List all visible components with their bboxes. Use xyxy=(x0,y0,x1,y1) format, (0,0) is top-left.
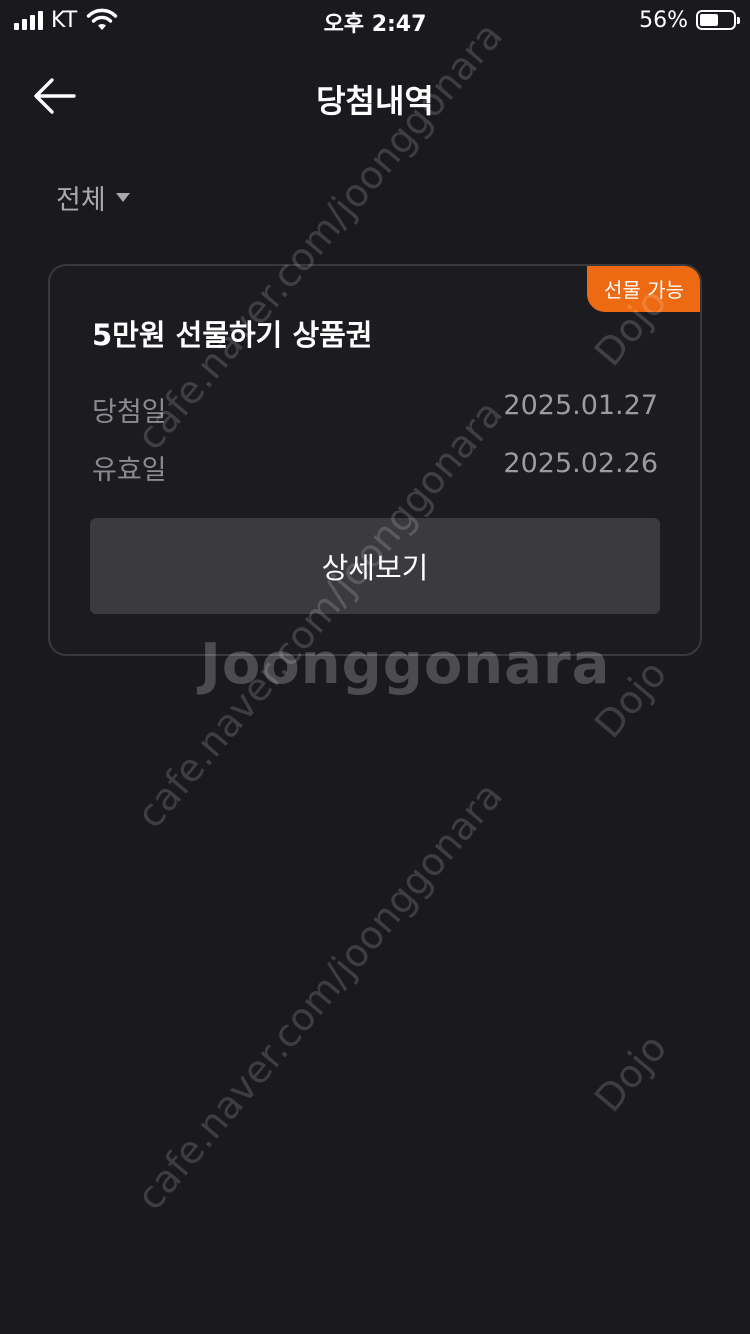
page-title: 당첨내역 xyxy=(316,82,434,120)
clock: 오후 2:47 xyxy=(323,12,427,37)
watermark-tag: Dojo xyxy=(586,1025,676,1121)
win-date-row: 당첨일 2025.01.27 xyxy=(92,390,658,429)
status-bar: KT 오후 2:47 56% xyxy=(0,0,750,40)
expiry-date-row: 유효일 2025.02.26 xyxy=(92,448,658,487)
prize-card: 선물 가능 5만원 선물하기 상품권 당첨일 2025.01.27 유효일 20… xyxy=(48,264,702,656)
filter-label: 전체 xyxy=(56,185,106,216)
win-date-label: 당첨일 xyxy=(92,397,167,428)
watermark-url: cafe.naver.com/joonggonara xyxy=(128,773,511,1219)
expiry-date-label: 유효일 xyxy=(92,455,167,486)
battery-percent: 56% xyxy=(639,7,688,33)
watermark-tag: Dojo xyxy=(586,651,676,747)
status-right: 56% xyxy=(639,6,740,34)
navigation-bar: 당첨내역 xyxy=(0,56,750,136)
view-details-button[interactable]: 상세보기 xyxy=(90,518,660,614)
prize-title: 5만원 선물하기 상품권 xyxy=(92,318,373,352)
battery-level xyxy=(700,14,718,26)
gift-available-badge: 선물 가능 xyxy=(587,266,700,312)
caret-down-icon xyxy=(115,193,130,202)
battery-icon xyxy=(696,10,740,30)
filter-dropdown[interactable]: 전체 xyxy=(56,178,130,217)
win-date-value: 2025.01.27 xyxy=(503,390,658,421)
expiry-date-value: 2025.02.26 xyxy=(503,448,658,479)
